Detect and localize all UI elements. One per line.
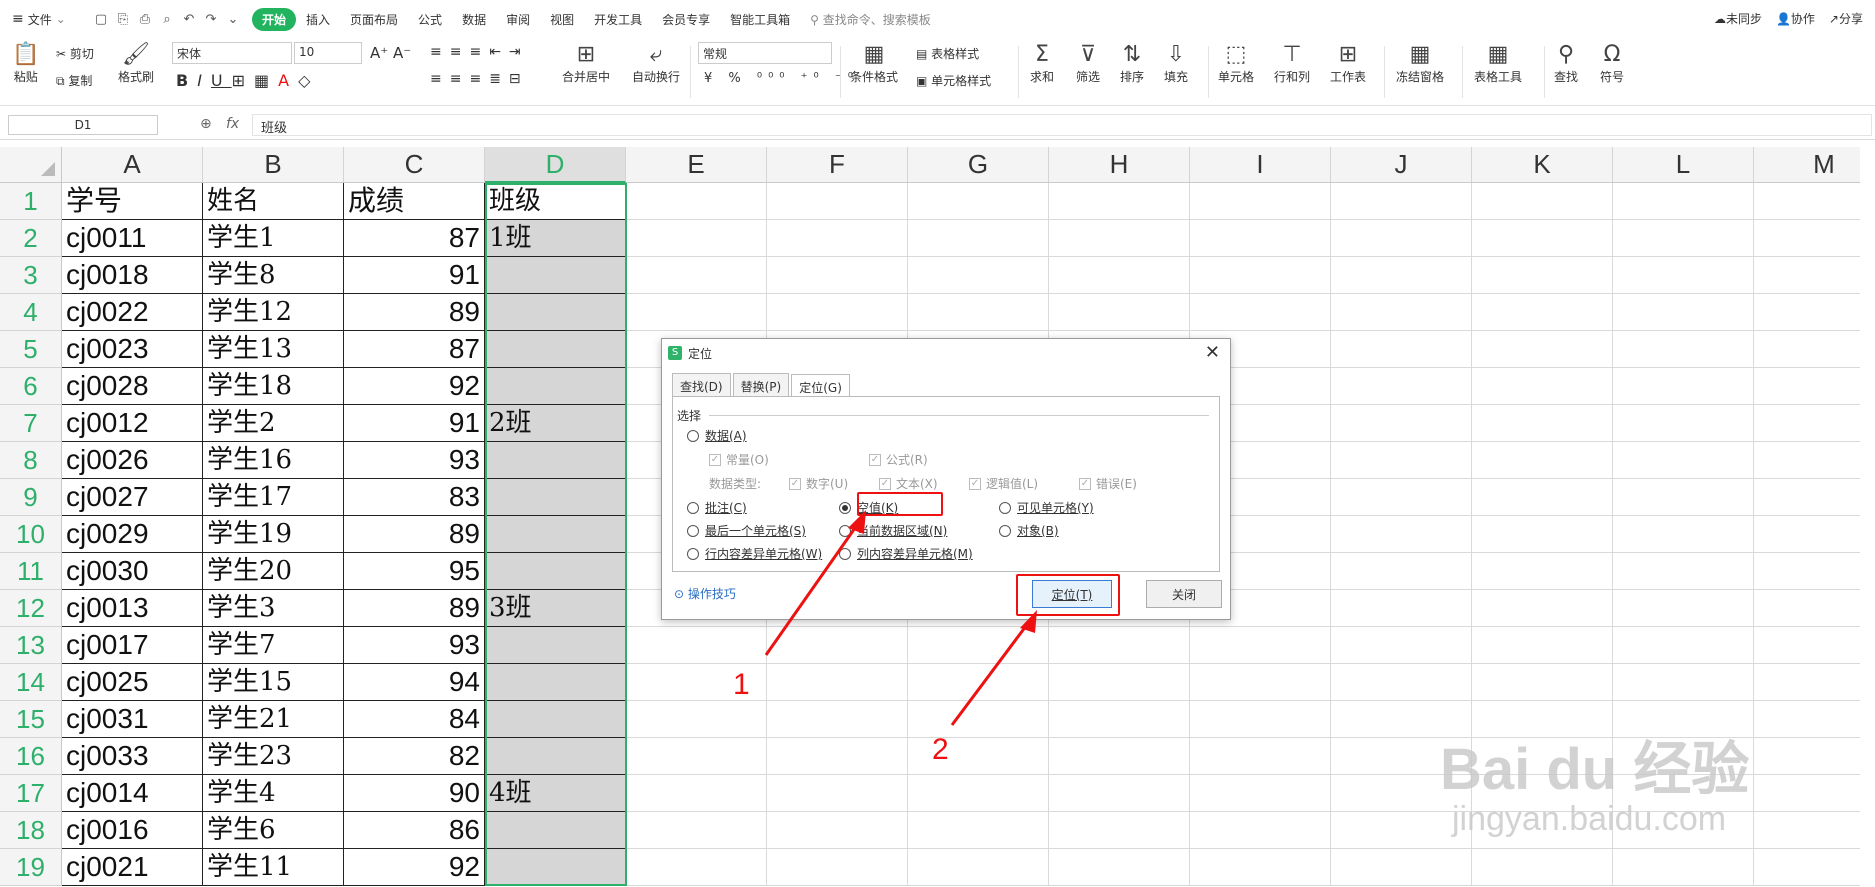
annotation-label-2: 2 [932, 733, 949, 766]
arrow-2-line [950, 617, 1034, 726]
annotation-label-1: 1 [733, 668, 750, 701]
arrow-1-head [848, 510, 866, 534]
watermark-brand: Bai du 经验 [1440, 737, 1750, 802]
watermark-url: jingyan.baidu.com [1452, 800, 1727, 838]
arrow-1-line [764, 517, 864, 656]
